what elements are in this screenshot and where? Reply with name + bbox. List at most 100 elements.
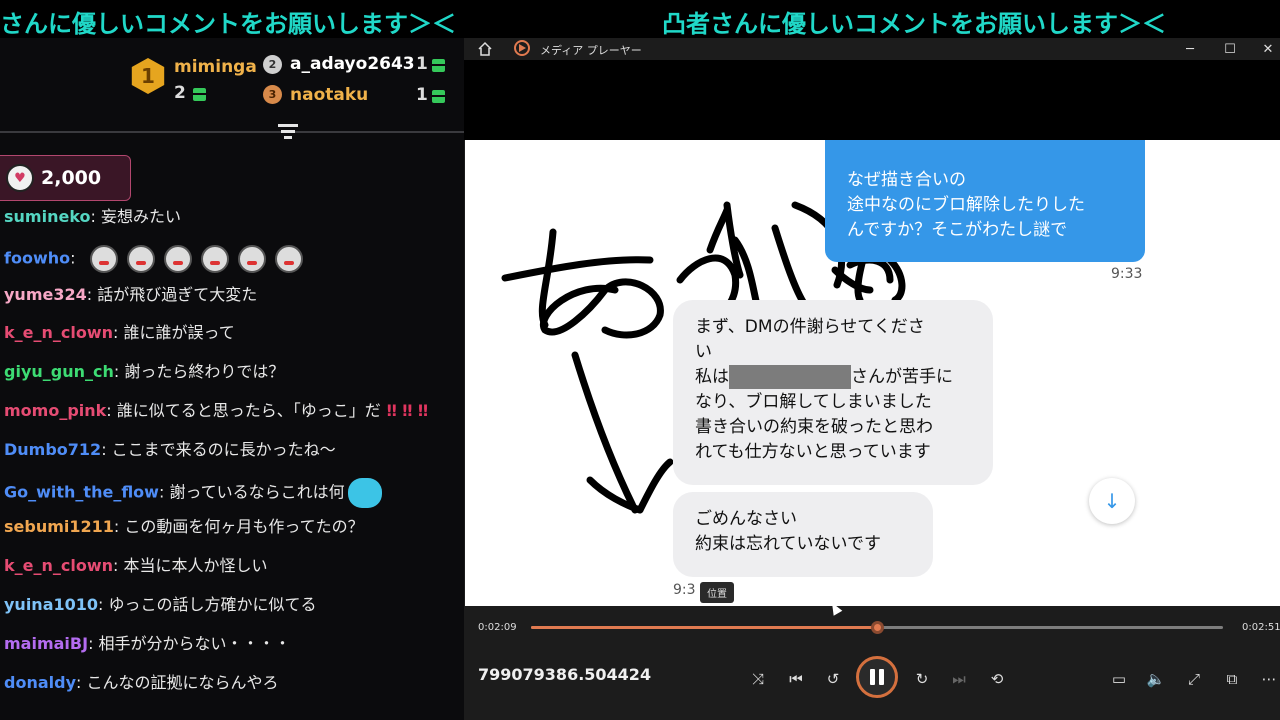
minimize-button[interactable]: ─ [1172, 38, 1208, 60]
more-options-icon[interactable]: ⋯ [1254, 664, 1280, 694]
scroll-down-button[interactable]: ↓ [1089, 478, 1135, 524]
chat-username[interactable]: maimaiBJ [4, 634, 88, 653]
chat-message: yuina1010: ゆっこの話し方確かに似てる [4, 594, 317, 616]
video-frame[interactable]: なぜ描き合いの 途中なのにブロ解除したりした んですか？そこがわたし謎で 9:3… [465, 140, 1280, 606]
leaderboard-name-3: naotaku [290, 85, 369, 105]
repeat-off-icon[interactable]: ⟲ [982, 664, 1012, 694]
message-line: ごめんなさい [695, 509, 797, 529]
chat-username[interactable]: k_e_n_clown [4, 323, 113, 342]
forward-30-icon[interactable]: ↻ [907, 664, 937, 694]
message-bubble-received: ごめんなさい 約束は忘れていないです [673, 492, 933, 577]
leaderboard-name-1: miminga [174, 57, 257, 77]
emote-icon [126, 244, 155, 273]
chat-message: donaldy: こんなの証拠にならんやろ [4, 672, 279, 694]
total-time: 0:02:51 [1242, 622, 1280, 633]
message-line: れても仕方ないと思っています [695, 442, 931, 462]
chat-message: sumineko: 妄想みたい [4, 206, 181, 228]
donor-avatar: ♥ [6, 164, 34, 192]
gift-icon [432, 90, 445, 103]
fullscreen-icon[interactable]: ⤢ [1179, 664, 1209, 694]
next-icon[interactable]: ⏭ [944, 664, 974, 694]
message-timestamp: 9:3 [673, 582, 696, 598]
playback-controls: 0:02:09 0:02:51 799079386.504424 ⤨ ⏮ ↺ ↻… [464, 606, 1280, 720]
gold-medal-icon: 1 [131, 58, 165, 94]
volume-icon[interactable]: 🔈 [1141, 664, 1171, 694]
chat-separator: : [90, 207, 101, 226]
chat-text: 謝ったら終わりでは？ [124, 362, 285, 382]
chat-username[interactable]: donaldy [4, 673, 76, 692]
miniplayer-icon[interactable]: ⧉ [1217, 664, 1247, 694]
chat-separator: : [113, 323, 124, 343]
chat-message: k_e_n_clown: 誰に誰が誤って [4, 322, 235, 344]
message-line: 約束は忘れていないです [695, 534, 881, 554]
chat-separator: : [158, 482, 170, 502]
chat-separator: : [88, 633, 99, 653]
emote-icon [163, 244, 192, 273]
announcement-ticker: さんに優しいコメントをお願いします＞＜ 凸者さんに優しいコメントをお願いします＞… [0, 0, 1280, 38]
seek-tooltip: 位置 [700, 582, 734, 603]
rewind-10-icon[interactable]: ↺ [818, 664, 848, 694]
pause-button[interactable] [856, 656, 898, 698]
chat-text: 本当に本人か怪しい [123, 556, 268, 576]
message-line: まず、DMの件謝らせてくださ [695, 317, 925, 337]
chat-text: 妄想みたい [101, 207, 182, 226]
pinned-donation[interactable]: ♥ 2,000 [0, 155, 131, 201]
media-filename: 799079386.504424 [478, 665, 652, 684]
message-line: い [695, 342, 712, 362]
redaction-blur [729, 365, 851, 389]
chat-username[interactable]: Go_with_the_flow [4, 482, 159, 501]
media-player-window: メディア プレーヤー ─ ☐ ✕ なぜ描き合いの 途中なのにブロ解除したりした … [464, 38, 1280, 720]
media-player-icon [514, 40, 530, 56]
chat-message: yume324: 話が飛び過ぎて大変た [4, 284, 257, 306]
chat-username[interactable]: momo_pink [4, 401, 106, 420]
leaderboard-name-2: a_adayo2643 [290, 54, 415, 74]
subtitles-icon[interactable]: ▭ [1104, 664, 1134, 694]
chat-separator: : [101, 439, 112, 459]
chat-text: ここまで来るのに長かったね〜 [111, 439, 336, 459]
message-line: んですか？そこがわたし謎で [847, 220, 1068, 240]
chat-message: foowho: [4, 244, 303, 273]
cat-emote-icon [347, 477, 382, 508]
maximize-button[interactable]: ☐ [1212, 38, 1248, 60]
chat-username[interactable]: Dumbo712 [4, 440, 101, 459]
previous-icon[interactable]: ⏮ [781, 664, 811, 694]
chat-username[interactable]: giyu_gun_ch [4, 362, 114, 381]
leaderboard-count-1: 2 [174, 83, 186, 103]
silver-medal-icon: 2 [263, 55, 282, 74]
close-button[interactable]: ✕ [1250, 38, 1280, 60]
filter-icon[interactable] [278, 124, 298, 140]
chat-text: こんなの証拠にならんやろ [86, 672, 279, 692]
current-time: 0:02:09 [478, 622, 517, 633]
chat-message: momo_pink: 誰に似てると思ったら、「ゆっこ」だ ‼ ‼ ‼ [4, 400, 428, 422]
chat-username[interactable]: yuina1010 [4, 595, 98, 614]
donation-amount: 2,000 [41, 167, 102, 189]
chat-separator: : [70, 248, 81, 268]
chat-text: 誰に似てると思ったら、「ゆっこ」だ [116, 401, 381, 420]
chat-separator: : [113, 556, 124, 576]
chat-username[interactable]: foowho [4, 248, 70, 267]
seek-thumb[interactable] [871, 621, 884, 634]
chat-separator: : [86, 284, 98, 304]
chat-separator: : [76, 672, 87, 692]
message-text: さんが苦手に [851, 367, 953, 387]
chat-text: 話が飛び過ぎて大変た [97, 284, 258, 304]
emote-icon [200, 244, 229, 273]
message-line: 途中なのにブロ解除したりした [847, 195, 1085, 215]
chat-message: giyu_gun_ch: 謝ったら終わりでは？ [4, 361, 284, 383]
seek-progress [531, 626, 877, 629]
message-bubble-sent: なぜ描き合いの 途中なのにブロ解除したりした んですか？そこがわたし謎で [825, 140, 1145, 262]
shuffle-icon[interactable]: ⤨ [743, 664, 773, 694]
chat-username[interactable]: sebumi1211 [4, 517, 114, 536]
message-line: なり、ブロ解してしまいました [695, 392, 932, 412]
chat-text: 相手が分からない・・・・ [98, 633, 291, 653]
chat-username[interactable]: k_e_n_clown [4, 556, 113, 575]
seek-bar[interactable] [531, 621, 1223, 634]
chat-panel: 1 miminga 2 2 a_adayo2643 1 3 naotaku 1 … [0, 38, 464, 720]
gift-icon [432, 59, 445, 72]
chat-username[interactable]: sumineko [4, 207, 91, 226]
chat-username[interactable]: yume324 [4, 285, 87, 304]
leaderboard-count-3: 1 [416, 85, 428, 105]
chat-separator: : [106, 401, 117, 420]
home-icon[interactable] [477, 41, 493, 57]
chat-message: Dumbo712: ここまで来るのに長かったね〜 [4, 439, 336, 461]
